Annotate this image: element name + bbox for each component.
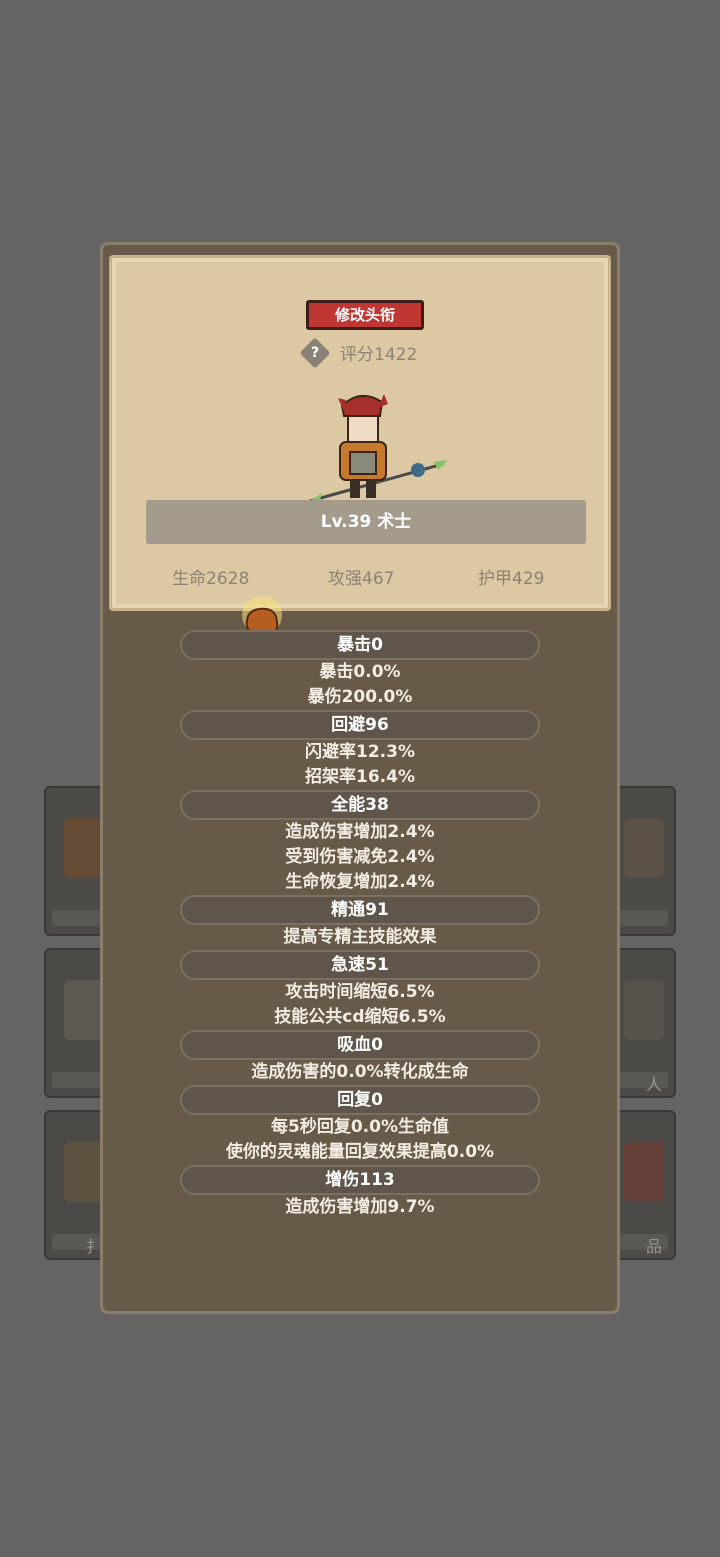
tile-label-bar: 人 [612, 1072, 668, 1094]
attribute-detail: 生命恢复增加2.4% [285, 872, 435, 892]
attribute-list: 暴击0 暴击0.0% 暴伤200.0% 回避96 闪避率12.3% 招架率16.4% 全能3… [103, 630, 617, 1220]
equipment-icon [64, 818, 104, 878]
stat-hp: 生命2628 [172, 569, 250, 589]
change-title-button[interactable]: 修改头衔 [306, 300, 424, 330]
attribute-header: 精通91 [180, 895, 540, 925]
chest-icon [64, 980, 104, 1040]
attribute-detail: 闪避率12.3% [305, 742, 415, 762]
attribute-detail: 招架率16.4% [305, 767, 415, 787]
attribute-detail: 造成伤害的0.0%转化成生命 [251, 1062, 469, 1082]
item-icon [64, 1142, 104, 1202]
attribute-detail: 造成伤害增加2.4% [285, 822, 435, 842]
level-class-bar: Lv.39 术士 [146, 500, 586, 544]
attribute-detail: 技能公共cd缩短6.5% [274, 1007, 446, 1027]
tile-label-bar [612, 910, 668, 926]
attribute-detail: 受到伤害减免2.4% [285, 847, 435, 867]
armor-icon [624, 818, 664, 878]
stat-attack: 攻强467 [328, 569, 395, 589]
attribute-header: 全能38 [180, 790, 540, 820]
attribute-detail: 造成伤害增加9.7% [285, 1197, 435, 1217]
attribute-header: 吸血0 [180, 1030, 540, 1060]
attribute-header: 增伤113 [180, 1165, 540, 1195]
attribute-header: 回避96 [180, 710, 540, 740]
character-info-panel: 修改头衔 ? 评分1422 Lv.39 术士 生命2628 攻强467 护甲42… [100, 242, 620, 1314]
attribute-detail: 暴击0.0% [319, 662, 401, 682]
helmet-icon [624, 1142, 664, 1202]
attribute-detail: 提高专精主技能效果 [283, 927, 437, 947]
help-icon[interactable]: ? [299, 337, 331, 369]
attribute-header: 回复0 [180, 1085, 540, 1115]
figure-icon [624, 980, 664, 1040]
stat-armor: 护甲429 [478, 569, 545, 589]
character-avatar [309, 394, 448, 503]
attribute-detail: 攻击时间缩短6.5% [285, 982, 435, 1002]
attribute-header: 急速51 [180, 950, 540, 980]
attribute-detail: 暴伤200.0% [307, 687, 413, 707]
attribute-header: 暴击0 [180, 630, 540, 660]
attribute-detail: 每5秒回复0.0%生命值 [271, 1117, 449, 1137]
score-text: 评分1422 [340, 345, 418, 365]
character-card: 修改头衔 ? 评分1422 Lv.39 术士 生命2628 攻强467 护甲42… [109, 255, 611, 611]
tile-label-bar: 品 [612, 1234, 668, 1256]
attribute-detail: 使你的灵魂能量回复效果提高0.0% [225, 1142, 495, 1162]
